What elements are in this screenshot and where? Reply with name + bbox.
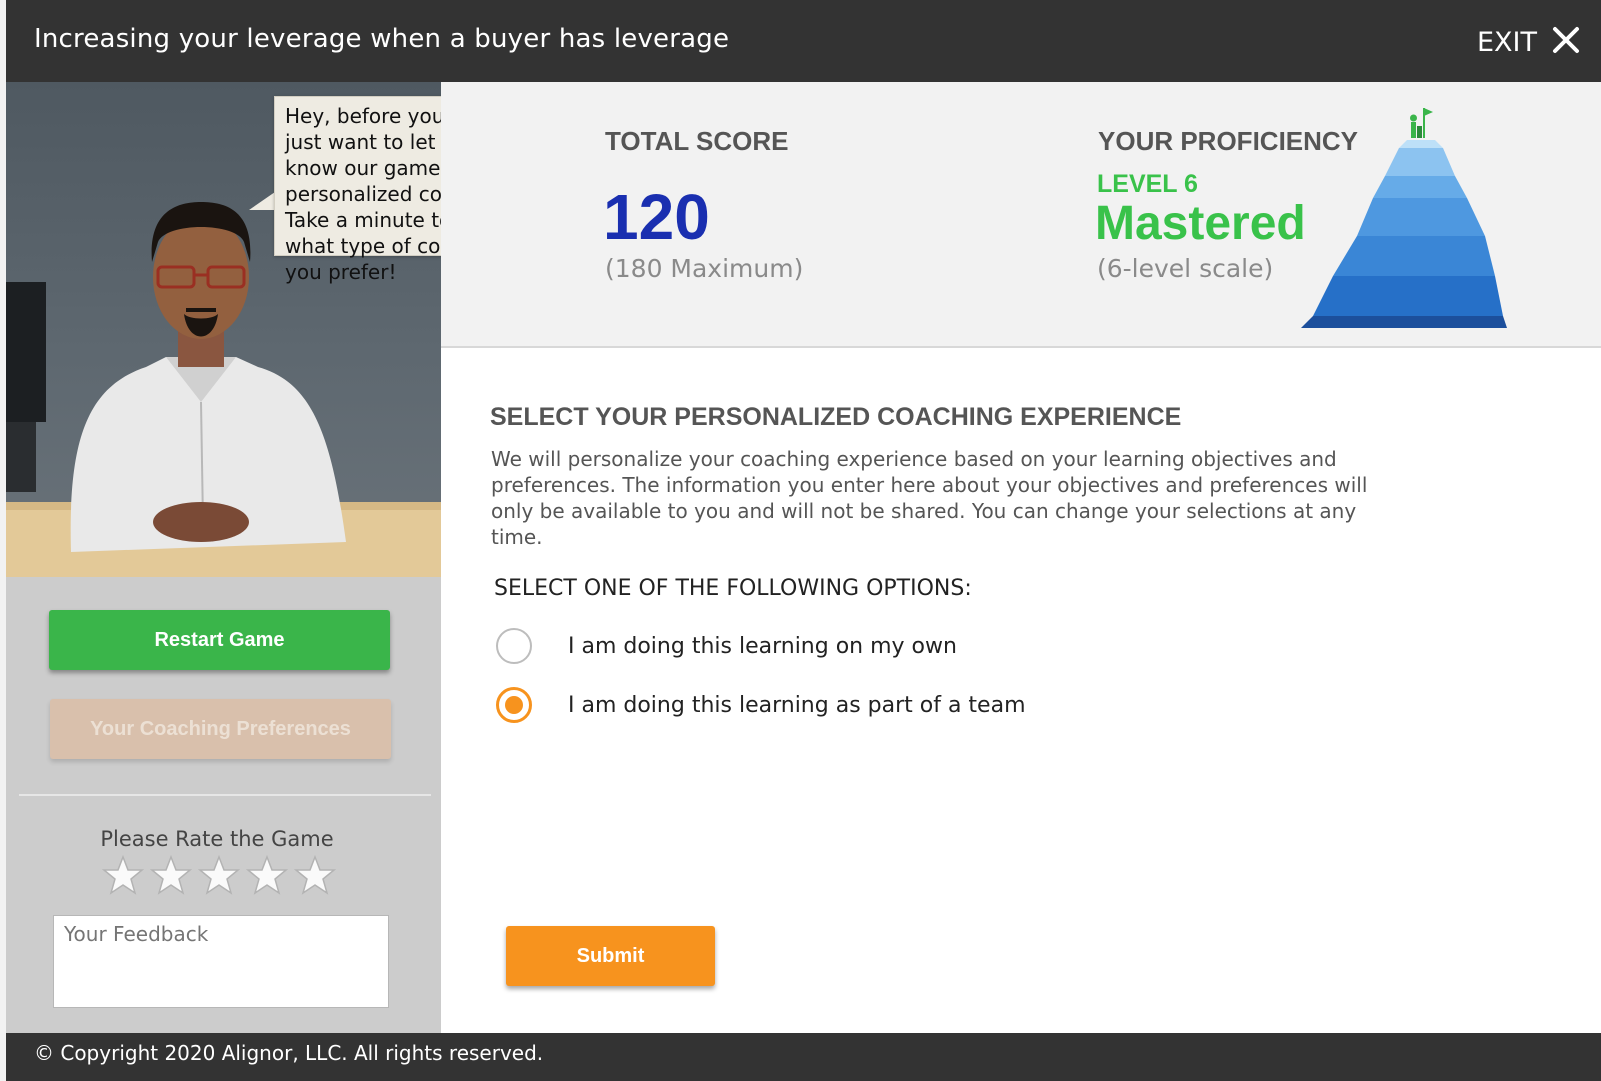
option-label: I am doing this learning on my own xyxy=(568,633,957,659)
option-label: I am doing this learning as part of a te… xyxy=(568,692,1026,718)
radio-on-my-own[interactable] xyxy=(496,628,532,664)
header-bar: Increasing your leverage when a buyer ha… xyxy=(6,0,1601,82)
radio-part-of-team[interactable] xyxy=(496,687,532,723)
rate-game-label: Please Rate the Game xyxy=(100,827,334,851)
star-icon[interactable] xyxy=(294,854,336,896)
proficiency-level: LEVEL 6 xyxy=(1097,170,1198,198)
coaching-preferences-button[interactable]: Your Coaching Preferences xyxy=(50,699,391,759)
feedback-input[interactable] xyxy=(53,915,389,1008)
proficiency-status: Mastered xyxy=(1095,197,1306,250)
speech-bubble-tail xyxy=(249,192,275,210)
footer-bar: © Copyright 2020 Alignor, LLC. All right… xyxy=(6,1033,1601,1081)
radio-selected-dot xyxy=(505,696,523,714)
divider xyxy=(19,794,431,796)
copyright-text: © Copyright 2020 Alignor, LLC. All right… xyxy=(34,1041,544,1065)
total-score-value: 120 xyxy=(603,181,710,253)
restart-game-button[interactable]: Restart Game xyxy=(49,610,390,670)
total-score-heading: TOTAL SCORE xyxy=(605,126,789,156)
star-icon[interactable] xyxy=(246,854,288,896)
star-icon[interactable] xyxy=(198,854,240,896)
coaching-description: We will personalize your coaching experi… xyxy=(491,447,1368,549)
page-title: Increasing your leverage when a buyer ha… xyxy=(34,24,730,54)
star-icon[interactable] xyxy=(102,854,144,896)
options-label: SELECT ONE OF THE FOLLOWING OPTIONS: xyxy=(494,576,972,601)
coaching-section-title: SELECT YOUR PERSONALIZED COACHING EXPERI… xyxy=(490,403,1182,431)
star-icon[interactable] xyxy=(150,854,192,896)
left-panel: Hey, before you leave, just want to let … xyxy=(6,82,546,1060)
game-window: Increasing your leverage when a buyer ha… xyxy=(6,0,1601,1081)
option-on-my-own[interactable]: I am doing this learning on my own xyxy=(496,628,957,664)
score-panel: TOTAL SCORE 120 (180 Maximum) YOUR PROFI… xyxy=(441,82,1601,348)
submit-button[interactable]: Submit xyxy=(506,926,715,986)
proficiency-scale: (6-level scale) xyxy=(1097,254,1274,283)
mountain-icon xyxy=(1301,108,1507,328)
star-rating xyxy=(102,854,336,896)
option-part-of-team[interactable]: I am doing this learning as part of a te… xyxy=(496,687,1026,723)
exit-button[interactable]: EXIT xyxy=(1477,22,1581,62)
close-icon xyxy=(1551,25,1581,60)
total-score-maximum: (180 Maximum) xyxy=(605,254,804,283)
exit-label: EXIT xyxy=(1476,26,1537,58)
